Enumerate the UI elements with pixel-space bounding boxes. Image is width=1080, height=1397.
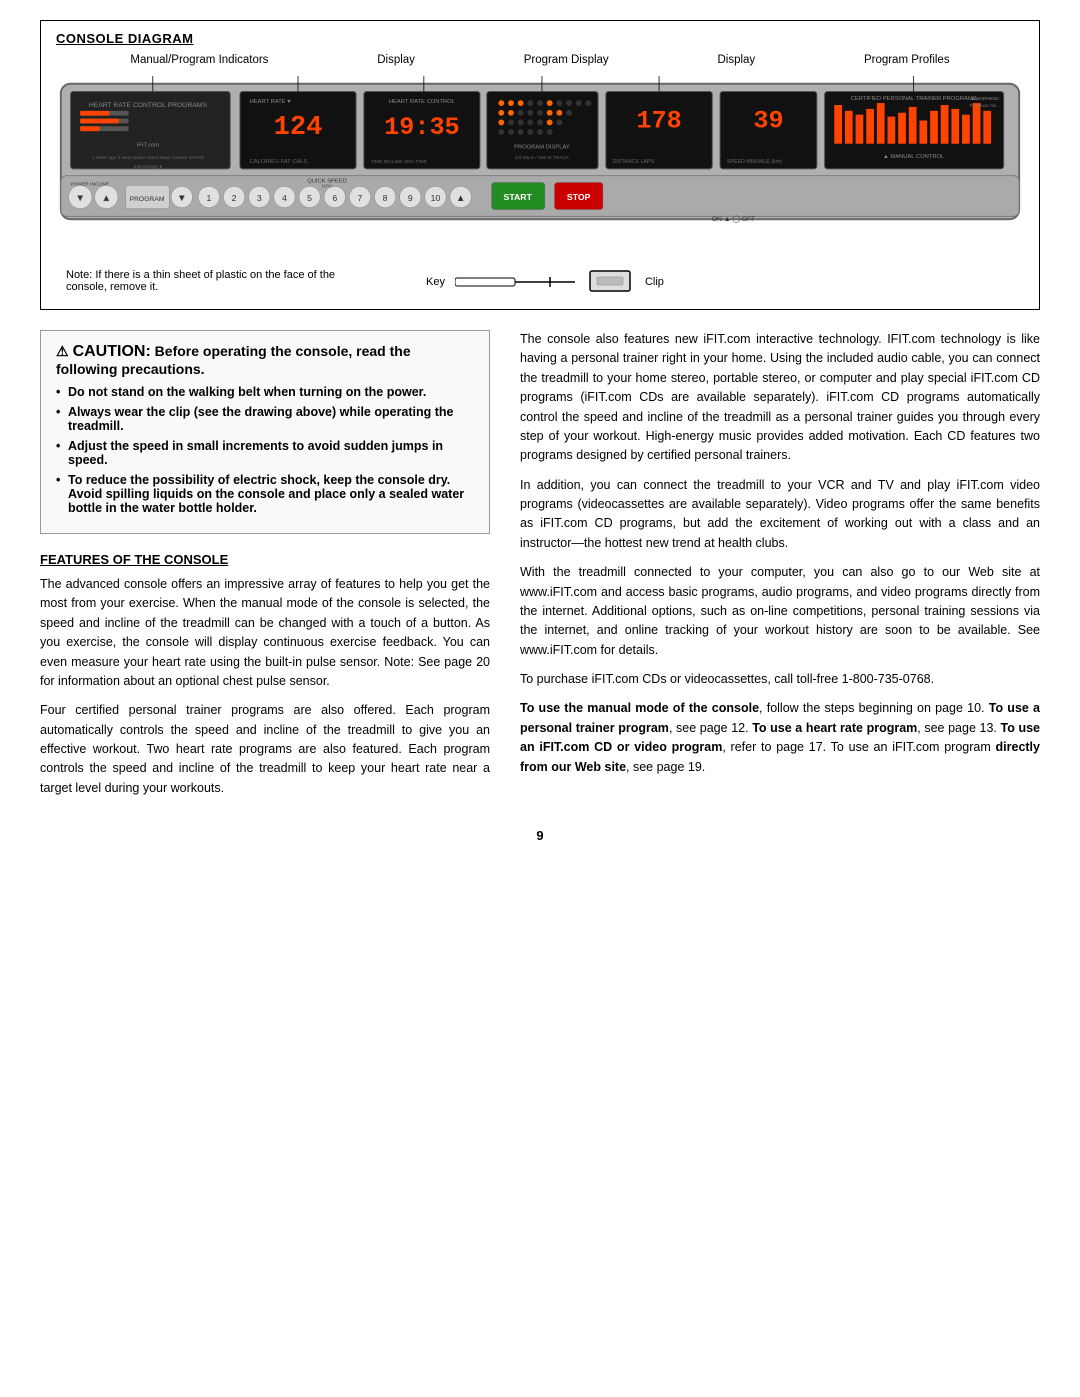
right-column: The console also features new iFIT.com i… — [520, 330, 1040, 808]
right-para-1: The console also features new iFIT.com i… — [520, 330, 1040, 466]
key-clip-row: Key Clip — [426, 269, 664, 294]
svg-text:HEART RATE CONTROL PROGRAMS: HEART RATE CONTROL PROGRAMS — [89, 102, 208, 109]
svg-text:STOP: STOP — [567, 192, 591, 202]
caution-list: Do not stand on the walking belt when tu… — [56, 385, 474, 515]
svg-text:▲: ▲ — [102, 193, 112, 204]
svg-text:1: 1 — [207, 193, 212, 203]
svg-text:5: 5 — [307, 193, 312, 203]
caution-box: ⚠CAUTION: Before operating the console, … — [40, 330, 490, 534]
label-display-2: Display — [717, 54, 755, 66]
caution-word: CAUTION: — [73, 343, 151, 360]
svg-text:124: 124 — [274, 112, 323, 143]
svg-text:▼: ▼ — [75, 193, 85, 204]
key-label: Key — [426, 276, 445, 288]
svg-text:CERTIFIED PERSONAL TRAINER PRO: CERTIFIED PERSONAL TRAINER PROGRAMS — [851, 96, 977, 102]
svg-text:START: START — [504, 192, 533, 202]
diagram-labels: Manual/Program Indicators Display Progra… — [56, 54, 1024, 66]
svg-text:10: 10 — [431, 193, 441, 203]
caution-item-1-text: Do not stand on the walking belt when tu… — [68, 385, 426, 399]
svg-text:To reduce risk...: To reduce risk... — [969, 103, 1000, 108]
svg-text:178: 178 — [636, 106, 681, 135]
svg-text:TIME INCLINE SEG.TIME: TIME INCLINE SEG.TIME — [371, 159, 428, 165]
label-program-profiles: Program Profiles — [864, 54, 950, 66]
page-number: 9 — [40, 828, 1040, 843]
svg-text:iFIT.com: iFIT.com — [137, 143, 159, 149]
console-svg-area: HEART RATE CONTROL PROGRAMS iFIT.com 1 e… — [56, 71, 1024, 261]
svg-text:▲: ▲ — [456, 193, 466, 204]
console-section: CONSOLE DIAGRAM Manual/Program Indicator… — [40, 20, 1040, 310]
right-bold-1: To use the manual mode of the console — [520, 701, 759, 715]
svg-text:DISTANCE LAPS: DISTANCE LAPS — [613, 159, 655, 165]
label-program-display: Program Display — [524, 54, 609, 66]
svg-text:1/4 MILE / 400 M TRACK: 1/4 MILE / 400 M TRACK — [515, 155, 570, 161]
caution-title: ⚠CAUTION: Before operating the console, … — [56, 343, 474, 377]
caution-item-3: Adjust the speed in small increments to … — [56, 439, 474, 467]
svg-text:8: 8 — [383, 193, 388, 203]
svg-text:▼: ▼ — [177, 193, 187, 204]
caution-item-1: Do not stand on the walking belt when tu… — [56, 385, 474, 399]
label-manual-program: Manual/Program Indicators — [130, 54, 268, 66]
note-text: Note: If there is a thin sheet of plasti… — [66, 269, 346, 294]
features-title: FEATURES OF THE CONSOLE — [40, 552, 490, 567]
note-row: Note: If there is a thin sheet of plasti… — [56, 269, 1024, 294]
svg-text:2: 2 — [232, 193, 237, 203]
left-column: ⚠CAUTION: Before operating the console, … — [40, 330, 490, 808]
svg-text:CALORIES FAT CALS.: CALORIES FAT CALS. — [250, 159, 310, 165]
features-para-1: The advanced console offers an impressiv… — [40, 575, 490, 691]
features-para-2: Four certified personal trainer programs… — [40, 701, 490, 798]
svg-text:HEART RATE CONTROL: HEART RATE CONTROL — [389, 99, 456, 105]
caution-item-4: To reduce the possibility of electric sh… — [56, 473, 474, 515]
label-display-1: Display — [377, 54, 415, 66]
caution-item-4-text: To reduce the possibility of electric sh… — [68, 473, 464, 515]
svg-text:19:35: 19:35 — [384, 113, 459, 142]
svg-text:PROGRAM DISPLAY: PROGRAM DISPLAY — [514, 145, 570, 151]
warning-icon: ⚠ — [56, 343, 69, 359]
svg-text:▲WARNING:: ▲WARNING: — [971, 96, 1000, 102]
clip-shape-svg — [585, 269, 635, 294]
page-container: CONSOLE DIAGRAM Manual/Program Indicator… — [0, 0, 1080, 863]
svg-text:ON ▲ ◯ OFF: ON ▲ ◯ OFF — [712, 215, 756, 223]
svg-text:1 enter age 2 wear pulse ches: 1 enter age 2 wear pulse chest strap 3 p… — [92, 155, 204, 161]
svg-text:39: 39 — [753, 106, 783, 135]
main-content: ⚠CAUTION: Before operating the console, … — [40, 330, 1040, 808]
right-para-4: To purchase iFIT.com CDs or videocassett… — [520, 670, 1040, 689]
svg-text:7: 7 — [358, 193, 363, 203]
svg-text:SPEED MIN/MILE (km): SPEED MIN/MILE (km) — [727, 159, 782, 165]
caution-item-3-text: Adjust the speed in small increments to … — [68, 439, 443, 467]
caution-item-2-text: Always wear the clip (see the drawing ab… — [68, 405, 454, 433]
right-para-5: To use the manual mode of the console, f… — [520, 699, 1040, 777]
svg-text:9: 9 — [408, 193, 413, 203]
right-bold-3: To use a heart rate program — [752, 721, 917, 735]
svg-text:3: 3 — [257, 193, 262, 203]
svg-text:PROGRAM: PROGRAM — [130, 196, 165, 203]
svg-text:HEART RATE ♥: HEART RATE ♥ — [250, 99, 292, 105]
right-para-3: With the treadmill connected to your com… — [520, 563, 1040, 660]
clip-label: Clip — [645, 276, 664, 288]
console-diagram-title: CONSOLE DIAGRAM — [56, 31, 1024, 46]
console-svg: HEART RATE CONTROL PROGRAMS iFIT.com 1 e… — [56, 71, 1024, 261]
right-para-2: In addition, you can connect the treadmi… — [520, 476, 1040, 554]
svg-text:4: 4 — [282, 193, 287, 203]
svg-text:Interactivity ●: Interactivity ● — [134, 164, 163, 170]
svg-text:▲ MANUAL CONTROL: ▲ MANUAL CONTROL — [883, 154, 945, 160]
svg-text:6: 6 — [332, 193, 337, 203]
svg-text:MPH: MPH — [322, 183, 333, 189]
caution-item-2: Always wear the clip (see the drawing ab… — [56, 405, 474, 433]
key-shape-svg — [455, 272, 575, 292]
